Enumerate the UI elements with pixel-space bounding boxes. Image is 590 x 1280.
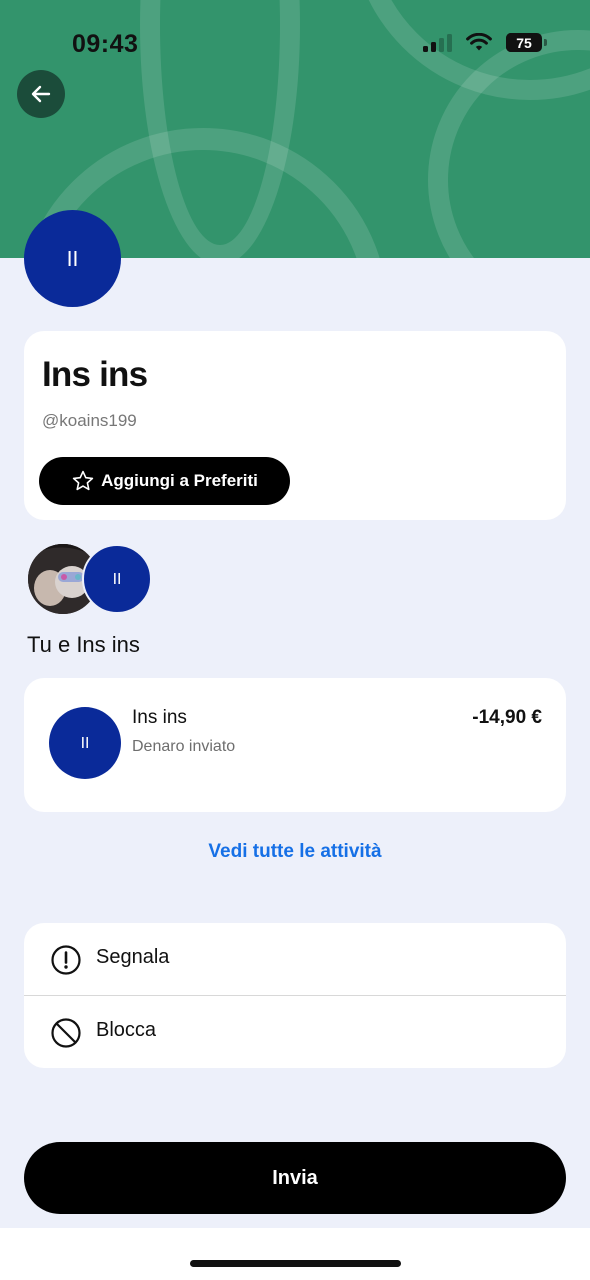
block-button[interactable]: Blocca	[24, 996, 566, 1068]
transaction-avatar: II	[49, 707, 121, 779]
profile-card: Ins ins @koains199 Aggiungi a Preferiti	[24, 331, 566, 520]
arrow-left-icon	[31, 85, 51, 103]
status-indicators: 75	[423, 33, 547, 52]
alert-circle-icon	[51, 945, 81, 975]
report-label: Segnala	[96, 946, 170, 968]
actions-card: Segnala Blocca	[24, 923, 566, 1068]
add-to-favorites-button[interactable]: Aggiungi a Preferiti	[39, 457, 290, 505]
star-outline-icon	[72, 470, 94, 491]
battery-percent: 75	[516, 34, 532, 51]
home-indicator[interactable]	[190, 1260, 401, 1267]
see-all-activity-link[interactable]: Vedi tutte le attività	[0, 841, 590, 863]
signal-icon	[423, 33, 452, 52]
battery-icon: 75	[506, 33, 547, 52]
back-button[interactable]	[17, 70, 65, 118]
profile-handle: @koains199	[42, 411, 137, 430]
add-to-favorites-label: Aggiungi a Preferiti	[101, 471, 258, 490]
shared-activity-label: Tu e Ins ins	[27, 632, 140, 657]
block-icon	[51, 1018, 81, 1048]
send-button[interactable]: Invia	[24, 1142, 566, 1214]
profile-name: Ins ins	[42, 355, 148, 394]
profile-avatar: II	[24, 210, 121, 307]
transaction-amount: -14,90 €	[472, 707, 542, 728]
block-label: Blocca	[96, 1019, 157, 1041]
wifi-icon	[466, 33, 492, 51]
status-time: 09:43	[72, 30, 139, 58]
bottom-bar	[0, 1228, 590, 1280]
contact-avatar: II	[82, 544, 152, 614]
transaction-item[interactable]: II Ins ins Denaro inviato -14,90 €	[24, 678, 566, 812]
report-button[interactable]: Segnala	[24, 923, 566, 995]
transaction-description: Denaro inviato	[132, 738, 236, 755]
transaction-name: Ins ins	[132, 707, 187, 728]
